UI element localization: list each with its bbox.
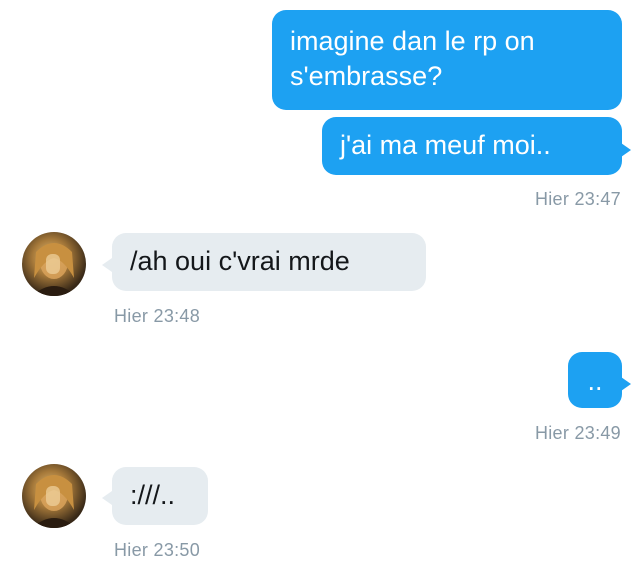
message-text-line-1: imagine dan le rp on [290,26,535,56]
message-timestamp: Hier 23:47 [534,189,621,209]
incoming-message-bubble[interactable]: :///.. [112,467,208,525]
message-text: j'ai ma meuf moi.. [340,130,551,160]
message-text: /ah oui c'vrai mrde [130,246,350,276]
avatar-photo-icon [32,475,76,528]
outgoing-message-bubble[interactable]: j'ai ma meuf moi.. [322,117,622,175]
message-text-line-2: s'embrasse? [290,61,443,91]
outgoing-message-bubble[interactable]: imagine dan le rp on s'embrasse? [272,10,622,110]
message-timestamp: Hier 23:49 [534,423,621,443]
bubble-tail [102,491,112,505]
message-timestamp: Hier 23:48 [114,306,201,326]
bubble-tail [621,143,631,157]
contact-avatar[interactable] [22,464,86,528]
avatar-photo-icon [32,243,76,296]
message-text: :///.. [130,480,176,510]
incoming-message-bubble[interactable]: /ah oui c'vrai mrde [112,233,426,291]
outgoing-message-bubble[interactable]: .. [568,352,622,408]
message-timestamp: Hier 23:50 [114,540,201,560]
bubble-tail [102,258,112,272]
dm-conversation: { "messages": [ { "direction": "outgoing… [0,0,637,578]
message-text: .. [587,366,603,396]
contact-avatar[interactable] [22,232,86,296]
bubble-tail [621,377,631,391]
